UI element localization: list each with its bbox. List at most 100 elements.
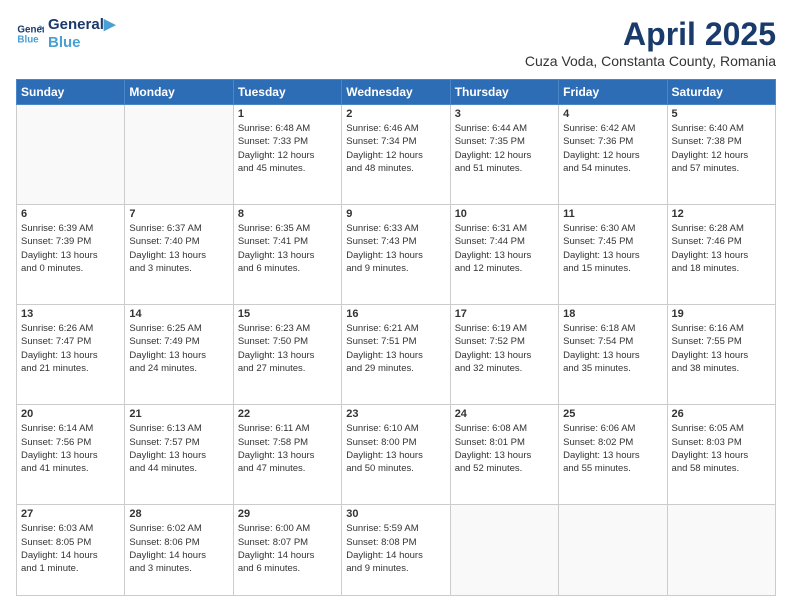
day-number: 17: [455, 308, 554, 320]
calendar-cell: 11 Sunrise: 6:30 AM Sunset: 7:45 PM Dayli…: [559, 205, 667, 305]
day-number: 11: [563, 208, 662, 220]
day-number: 14: [129, 308, 228, 320]
calendar-cell: 13 Sunrise: 6:26 AM Sunset: 7:47 PM Dayli…: [17, 305, 125, 405]
day-info: Sunrise: 6:11 AM Sunset: 7:58 PM Dayligh…: [238, 422, 337, 475]
day-number: 9: [346, 208, 445, 220]
logo-blue: Blue: [48, 34, 115, 52]
calendar-cell: 18 Sunrise: 6:18 AM Sunset: 7:54 PM Dayli…: [559, 305, 667, 405]
calendar-cell: 3Sunrise: 6:44 AM Sunset: 7:35 PM Daylig…: [450, 105, 558, 205]
location: Cuza Voda, Constanta County, Romania: [525, 53, 776, 69]
calendar-cell: 23 Sunrise: 6:10 AM Sunset: 8:00 PM Dayli…: [342, 405, 450, 505]
day-info: Sunrise: 6:10 AM Sunset: 8:00 PM Dayligh…: [346, 422, 445, 475]
calendar-table: SundayMondayTuesdayWednesdayThursdayFrid…: [16, 79, 776, 596]
day-info: Sunrise: 6:16 AM Sunset: 7:55 PM Dayligh…: [672, 322, 771, 375]
day-number: 27: [21, 508, 120, 520]
day-number: 13: [21, 308, 120, 320]
calendar-cell: 20Sunrise: 6:14 AM Sunset: 7:56 PM Dayli…: [17, 405, 125, 505]
day-info: Sunrise: 6:18 AM Sunset: 7:54 PM Dayligh…: [563, 322, 662, 375]
day-info: Sunrise: 6:03 AM Sunset: 8:05 PM Dayligh…: [21, 522, 120, 575]
day-number: 18: [563, 308, 662, 320]
calendar-cell: [125, 105, 233, 205]
day-info: Sunrise: 6:19 AM Sunset: 7:52 PM Dayligh…: [455, 322, 554, 375]
day-number: 26: [672, 408, 771, 420]
day-header-monday: Monday: [125, 80, 233, 105]
day-number: 30: [346, 508, 445, 520]
day-number: 12: [672, 208, 771, 220]
day-info: Sunrise: 6:31 AM Sunset: 7:44 PM Dayligh…: [455, 222, 554, 275]
day-number: 23: [346, 408, 445, 420]
day-info: Sunrise: 5:59 AM Sunset: 8:08 PM Dayligh…: [346, 522, 445, 575]
calendar-cell: 10 Sunrise: 6:31 AM Sunset: 7:44 PM Dayli…: [450, 205, 558, 305]
calendar-cell: 17 Sunrise: 6:19 AM Sunset: 7:52 PM Dayli…: [450, 305, 558, 405]
calendar-cell: 24 Sunrise: 6:08 AM Sunset: 8:01 PM Dayli…: [450, 405, 558, 505]
day-info: Sunrise: 6:37 AM Sunset: 7:40 PM Dayligh…: [129, 222, 228, 275]
day-number: 21: [129, 408, 228, 420]
calendar-cell: 6 Sunrise: 6:39 AM Sunset: 7:39 PM Daylig…: [17, 205, 125, 305]
day-info: Sunrise: 6:00 AM Sunset: 8:07 PM Dayligh…: [238, 522, 337, 575]
calendar-cell: 1 Sunrise: 6:48 AM Sunset: 7:33 PM Daylig…: [233, 105, 341, 205]
day-number: 28: [129, 508, 228, 520]
calendar-cell: [667, 505, 775, 596]
day-number: 15: [238, 308, 337, 320]
day-info: Sunrise: 6:42 AM Sunset: 7:36 PM Dayligh…: [563, 122, 662, 175]
logo: General Blue General▶ Blue: [16, 16, 115, 52]
calendar-cell: 9 Sunrise: 6:33 AM Sunset: 7:43 PM Daylig…: [342, 205, 450, 305]
day-number: 19: [672, 308, 771, 320]
calendar-cell: 16 Sunrise: 6:21 AM Sunset: 7:51 PM Dayli…: [342, 305, 450, 405]
day-info: Sunrise: 6:21 AM Sunset: 7:51 PM Dayligh…: [346, 322, 445, 375]
day-number: 5: [672, 108, 771, 120]
day-info: Sunrise: 6:28 AM Sunset: 7:46 PM Dayligh…: [672, 222, 771, 275]
calendar-cell: 21 Sunrise: 6:13 AM Sunset: 7:57 PM Dayli…: [125, 405, 233, 505]
day-header-tuesday: Tuesday: [233, 80, 341, 105]
calendar-cell: 7 Sunrise: 6:37 AM Sunset: 7:40 PM Daylig…: [125, 205, 233, 305]
calendar-cell: [17, 105, 125, 205]
day-info: Sunrise: 6:05 AM Sunset: 8:03 PM Dayligh…: [672, 422, 771, 475]
day-info: Sunrise: 6:13 AM Sunset: 7:57 PM Dayligh…: [129, 422, 228, 475]
day-number: 29: [238, 508, 337, 520]
day-info: Sunrise: 6:06 AM Sunset: 8:02 PM Dayligh…: [563, 422, 662, 475]
page-header: General Blue General▶ Blue April 2025 Cu…: [16, 16, 776, 69]
day-info: Sunrise: 6:48 AM Sunset: 7:33 PM Dayligh…: [238, 122, 337, 175]
day-number: 25: [563, 408, 662, 420]
day-number: 24: [455, 408, 554, 420]
day-number: 1: [238, 108, 337, 120]
month-year: April 2025: [525, 16, 776, 53]
calendar-cell: 15 Sunrise: 6:23 AM Sunset: 7:50 PM Dayli…: [233, 305, 341, 405]
calendar-cell: 26 Sunrise: 6:05 AM Sunset: 8:03 PM Dayli…: [667, 405, 775, 505]
logo-icon: General Blue: [16, 20, 44, 48]
day-info: Sunrise: 6:33 AM Sunset: 7:43 PM Dayligh…: [346, 222, 445, 275]
day-number: 16: [346, 308, 445, 320]
calendar-cell: 29 Sunrise: 6:00 AM Sunset: 8:07 PM Dayli…: [233, 505, 341, 596]
day-info: Sunrise: 6:39 AM Sunset: 7:39 PM Dayligh…: [21, 222, 120, 275]
day-info: Sunrise: 6:08 AM Sunset: 8:01 PM Dayligh…: [455, 422, 554, 475]
day-info: Sunrise: 6:02 AM Sunset: 8:06 PM Dayligh…: [129, 522, 228, 575]
day-header-wednesday: Wednesday: [342, 80, 450, 105]
day-info: Sunrise: 6:25 AM Sunset: 7:49 PM Dayligh…: [129, 322, 228, 375]
day-info: Sunrise: 6:26 AM Sunset: 7:47 PM Dayligh…: [21, 322, 120, 375]
calendar-cell: 19 Sunrise: 6:16 AM Sunset: 7:55 PM Dayli…: [667, 305, 775, 405]
calendar-cell: 2 Sunrise: 6:46 AM Sunset: 7:34 PM Daylig…: [342, 105, 450, 205]
day-number: 22: [238, 408, 337, 420]
calendar-cell: 12 Sunrise: 6:28 AM Sunset: 7:46 PM Dayli…: [667, 205, 775, 305]
day-info: Sunrise: 6:35 AM Sunset: 7:41 PM Dayligh…: [238, 222, 337, 275]
day-number: 6: [21, 208, 120, 220]
day-number: 10: [455, 208, 554, 220]
day-header-sunday: Sunday: [17, 80, 125, 105]
day-header-thursday: Thursday: [450, 80, 558, 105]
calendar-cell: 28 Sunrise: 6:02 AM Sunset: 8:06 PM Dayli…: [125, 505, 233, 596]
day-info: Sunrise: 6:46 AM Sunset: 7:34 PM Dayligh…: [346, 122, 445, 175]
calendar-cell: 4Sunrise: 6:42 AM Sunset: 7:36 PM Daylig…: [559, 105, 667, 205]
calendar-cell: 22 Sunrise: 6:11 AM Sunset: 7:58 PM Dayli…: [233, 405, 341, 505]
svg-text:Blue: Blue: [17, 34, 39, 45]
calendar-cell: 14 Sunrise: 6:25 AM Sunset: 7:49 PM Dayli…: [125, 305, 233, 405]
day-number: 3: [455, 108, 554, 120]
day-info: Sunrise: 6:40 AM Sunset: 7:38 PM Dayligh…: [672, 122, 771, 175]
day-number: 2: [346, 108, 445, 120]
day-number: 7: [129, 208, 228, 220]
calendar-cell: [559, 505, 667, 596]
day-info: Sunrise: 6:30 AM Sunset: 7:45 PM Dayligh…: [563, 222, 662, 275]
calendar-cell: 8Sunrise: 6:35 AM Sunset: 7:41 PM Daylig…: [233, 205, 341, 305]
day-info: Sunrise: 6:23 AM Sunset: 7:50 PM Dayligh…: [238, 322, 337, 375]
calendar-cell: 30 Sunrise: 5:59 AM Sunset: 8:08 PM Dayli…: [342, 505, 450, 596]
day-header-friday: Friday: [559, 80, 667, 105]
